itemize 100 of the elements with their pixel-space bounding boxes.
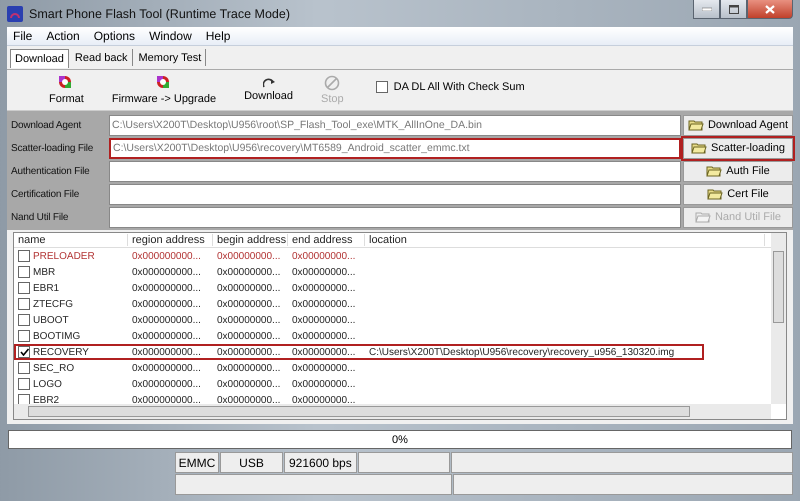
vertical-scrollbar[interactable] [771, 233, 786, 404]
browse-button[interactable]: Cert File [683, 184, 793, 204]
table-cell: 0x00000000... [217, 330, 280, 342]
field-label: Download Agent [10, 120, 82, 130]
table-cell: ZTECFG [33, 298, 73, 310]
field-label: Scatter-loading File [10, 142, 94, 154]
checkbox[interactable] [18, 282, 30, 294]
menu-item[interactable]: Action [46, 29, 80, 43]
checkbox[interactable] [376, 81, 388, 93]
table-cell: LOGO [33, 378, 62, 390]
progress-text: 0% [392, 434, 408, 446]
close-button[interactable] [747, 0, 793, 19]
checkbox[interactable] [18, 314, 30, 326]
table-cell: 0x000000000... [132, 330, 201, 342]
table-cell: 0x00000000... [292, 298, 356, 310]
field-label: Nand Util File [10, 212, 70, 222]
stop-icon [324, 75, 340, 91]
column-header[interactable]: end address [288, 234, 365, 246]
toolbar-button[interactable]: Download [230, 72, 307, 108]
close-icon [765, 4, 775, 14]
file-path-field[interactable]: C:\Users\X200T\Desktop\U956\root\SP_Flash_Tool_exe\MTK_AllInOne_DA.bin [109, 114, 681, 136]
checkbox-label: DA DL All With Check Sum [394, 81, 525, 93]
checkbox[interactable] [18, 330, 30, 342]
window-title: Smart Phone Flash Tool (Runtime Trace Mode) [29, 6, 290, 20]
file-path-field[interactable] [109, 184, 681, 204]
table-cell: UBOOT [33, 314, 69, 326]
table-cell: 0x00000000... [217, 314, 280, 326]
status-cell: EMMC [175, 452, 219, 473]
table-cell: 0x000000000... [132, 298, 201, 310]
table-cell: 0x00000000... [292, 346, 356, 358]
browse-button[interactable]: Scatter-loading [683, 138, 793, 158]
menu-item[interactable]: Help [206, 29, 230, 43]
table-cell: 0x000000000... [132, 282, 201, 294]
file-path-field[interactable]: C:\Users\X200T\Desktop\U956\recovery\MT6589_Android_scatter_emmc.txt [109, 138, 681, 158]
app-icon [7, 6, 23, 22]
table-cell: 0x000000000... [132, 314, 201, 326]
table-cell: 0x000000000... [132, 362, 201, 374]
table-cell: 0x00000000... [292, 282, 356, 294]
field-label: Certification File [10, 188, 80, 200]
table-cell: RECOVERY [33, 346, 89, 358]
status-cell: 921600 bps [284, 452, 357, 473]
table-cell: 0x00000000... [292, 378, 356, 390]
table-cell: 0x000000000... [132, 266, 201, 278]
table-cell: PRELOADER [33, 250, 95, 262]
column-header[interactable]: region address [128, 234, 213, 246]
curved-arrow-icon [262, 78, 275, 88]
table-cell: 0x000000000... [132, 346, 201, 358]
arrows-icon [156, 75, 172, 91]
minimize-button[interactable] [693, 0, 720, 19]
table-cell: SEC_RO [33, 362, 74, 374]
folder-icon [691, 141, 707, 155]
folder-icon [688, 118, 704, 132]
table-cell: 0x000000000... [132, 250, 201, 262]
menu-item[interactable]: File [13, 29, 32, 43]
table-cell: 0x00000000... [217, 250, 280, 262]
horizontal-scrollbar[interactable] [14, 404, 771, 419]
table-cell: 0x00000000... [292, 250, 356, 262]
column-header[interactable]: name [14, 234, 128, 246]
tab[interactable]: Download [10, 49, 69, 68]
table-cell: EBR1 [33, 282, 60, 294]
table-cell: 0x00000000... [292, 266, 356, 278]
menu-item[interactable]: Options [94, 29, 136, 43]
column-header[interactable]: location [365, 234, 765, 246]
browse-button[interactable]: Auth File [683, 160, 793, 182]
status-cell: USB [220, 452, 283, 473]
table-cell: 0x00000000... [217, 282, 280, 294]
table-cell: 0x00000000... [217, 266, 280, 278]
table-cell: C:\Users\X200T\Desktop\U956\recovery\recovery_u956_130320.img [369, 346, 674, 358]
table-cell: 0x000000000... [132, 394, 201, 406]
menu-item[interactable]: Window [149, 29, 192, 43]
toolbar-button[interactable]: Firmware -> Upgrade [98, 72, 230, 108]
field-label: Authentication File [10, 166, 90, 176]
checkbox[interactable] [18, 250, 30, 262]
checkbox[interactable] [18, 298, 30, 310]
folder-icon [694, 210, 711, 224]
table-cell: 0x00000000... [217, 394, 280, 406]
table-cell: 0x00000000... [217, 346, 280, 358]
table-cell: 0x00000000... [292, 330, 356, 342]
minimize-icon [702, 7, 712, 11]
checkbox[interactable] [18, 362, 30, 374]
browse-button[interactable]: Download Agent [683, 114, 793, 136]
folder-icon [706, 164, 722, 178]
check-icon [20, 348, 28, 356]
table-cell: 0x00000000... [217, 298, 280, 310]
folder-icon [707, 187, 724, 201]
checkbox[interactable] [18, 378, 30, 390]
table-cell: 0x000000000... [132, 378, 201, 390]
table-cell: MBR [33, 266, 56, 278]
table-cell: 0x00000000... [292, 314, 356, 326]
file-path-field[interactable] [109, 160, 681, 182]
maximize-icon [728, 4, 738, 14]
toolbar-button[interactable]: Format [35, 72, 98, 108]
checkbox[interactable] [18, 266, 30, 278]
column-header[interactable]: begin address [213, 234, 288, 246]
maximize-button[interactable] [720, 0, 747, 19]
table-cell: 0x00000000... [292, 362, 356, 374]
table-cell: 0x00000000... [292, 394, 356, 406]
checkbox[interactable] [18, 346, 30, 358]
table-cell: 0x00000000... [217, 378, 280, 390]
table-cell: 0x00000000... [217, 362, 280, 374]
